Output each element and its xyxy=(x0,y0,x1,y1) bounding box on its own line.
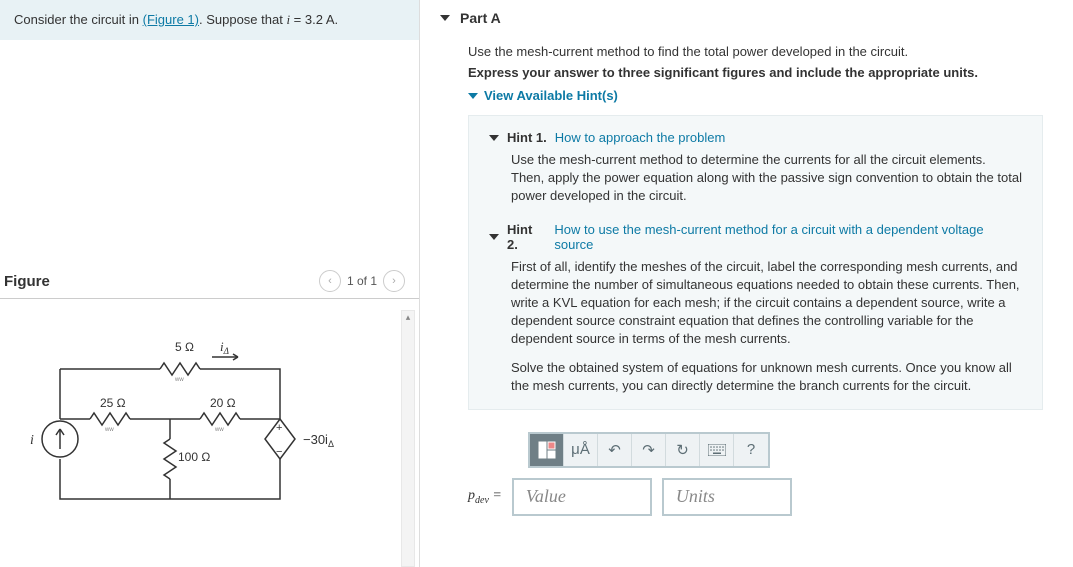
hint-2: Hint 2. How to use the mesh-current meth… xyxy=(489,222,1022,395)
label-cs: i xyxy=(30,433,34,448)
help-button[interactable]: ? xyxy=(734,434,768,466)
svg-text:−: − xyxy=(276,446,282,458)
label-r4: 100 Ω xyxy=(178,450,210,464)
problem-suffix2: = 3.2 A. xyxy=(290,12,338,27)
label-r3: 20 Ω xyxy=(210,396,236,410)
figure-title: Figure xyxy=(4,273,50,290)
hint-label: Hint 2. xyxy=(507,222,546,252)
answer-input-row: pdev = Value Units xyxy=(468,478,1043,516)
hint-title-row[interactable]: Hint 1. How to approach the problem xyxy=(489,130,1022,145)
keyboard-button[interactable] xyxy=(700,434,734,466)
hints-box: Hint 1. How to approach the problem Use … xyxy=(468,115,1043,410)
figure-counter: 1 of 1 xyxy=(347,274,377,288)
template-picker-button[interactable] xyxy=(530,434,564,466)
svg-text:iΔ: iΔ xyxy=(220,339,229,356)
reset-button[interactable]: ↻ xyxy=(666,434,700,466)
figure-link[interactable]: (Figure 1) xyxy=(143,12,199,27)
special-chars-button[interactable]: μÅ xyxy=(564,434,598,466)
right-panel: Part A Use the mesh-current method to fi… xyxy=(420,0,1073,567)
scroll-up-icon[interactable]: ▴ xyxy=(402,311,414,325)
problem-suffix1: . Suppose that xyxy=(199,12,286,27)
svg-text:ʷʷ: ʷʷ xyxy=(104,425,114,435)
hint-title: How to approach the problem xyxy=(555,130,726,145)
value-input[interactable]: Value xyxy=(512,478,652,516)
answer-toolbar: μÅ ↶ ↷ ↻ ? xyxy=(528,432,770,468)
hints-toggle[interactable]: View Available Hint(s) xyxy=(468,88,1043,103)
figure-scrollbar[interactable]: ▴ xyxy=(401,310,415,567)
caret-down-icon xyxy=(440,15,450,21)
part-title: Part A xyxy=(460,10,501,26)
instruction-bold: Express your answer to three significant… xyxy=(468,65,1043,80)
circuit-diagram: + − 5 Ω 25 Ω 20 Ω 100 Ω i −30iΔ iΔ ʷʷ ʷʷ… xyxy=(20,329,360,529)
hint-1: Hint 1. How to approach the problem Use … xyxy=(489,130,1022,206)
svg-text:ʷʷ: ʷʷ xyxy=(174,375,184,385)
hint-body: First of all, identify the meshes of the… xyxy=(489,258,1022,395)
figure-nav: ‹ 1 of 1 › xyxy=(319,270,405,292)
figure-section: Figure ‹ 1 of 1 › xyxy=(0,270,419,539)
figure-header: Figure ‹ 1 of 1 › xyxy=(0,270,419,299)
problem-statement: Consider the circuit in (Figure 1). Supp… xyxy=(0,0,419,40)
hints-toggle-label: View Available Hint(s) xyxy=(484,88,618,103)
svg-text:ʷʷ: ʷʷ xyxy=(214,425,224,435)
answer-area: μÅ ↶ ↷ ↻ ? pdev = Value Units xyxy=(468,432,1043,516)
undo-button[interactable]: ↶ xyxy=(598,434,632,466)
answer-lhs: pdev = xyxy=(468,488,502,506)
caret-down-icon xyxy=(489,234,499,240)
caret-down-icon xyxy=(489,135,499,141)
caret-down-icon xyxy=(468,93,478,99)
hint-body: Use the mesh-current method to determine… xyxy=(489,151,1022,206)
label-r1: 5 Ω xyxy=(175,340,194,354)
figure-prev-button[interactable]: ‹ xyxy=(319,270,341,292)
part-header[interactable]: Part A xyxy=(420,0,1073,36)
hint-title-row[interactable]: Hint 2. How to use the mesh-current meth… xyxy=(489,222,1022,252)
label-dep: −30iΔ xyxy=(303,432,334,449)
left-panel: Consider the circuit in (Figure 1). Supp… xyxy=(0,0,420,567)
figure-next-button[interactable]: › xyxy=(383,270,405,292)
svg-text:+: + xyxy=(276,422,282,434)
hint-label: Hint 1. xyxy=(507,130,547,145)
instruction-text: Use the mesh-current method to find the … xyxy=(468,44,1043,59)
label-r2: 25 Ω xyxy=(100,396,126,410)
problem-prefix: Consider the circuit in xyxy=(14,12,143,27)
hint-title: How to use the mesh-current method for a… xyxy=(554,222,1022,252)
units-input[interactable]: Units xyxy=(662,478,792,516)
figure-image: + − 5 Ω 25 Ω 20 Ω 100 Ω i −30iΔ iΔ ʷʷ ʷʷ… xyxy=(0,299,419,539)
redo-button[interactable]: ↷ xyxy=(632,434,666,466)
